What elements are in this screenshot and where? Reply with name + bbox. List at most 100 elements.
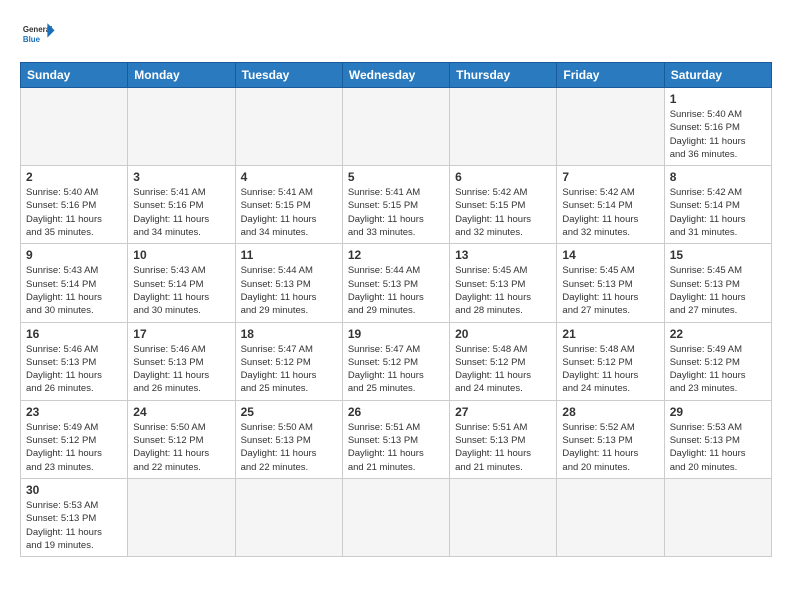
calendar-row-1: 2 Sunrise: 5:40 AM Sunset: 5:16 PM Daylig…	[21, 166, 772, 244]
day-info: Sunrise: 5:43 AM Sunset: 5:14 PM Dayligh…	[26, 264, 122, 317]
empty-cell	[342, 478, 449, 556]
day-number: 23	[26, 405, 122, 419]
day-number: 13	[455, 248, 551, 262]
day-number: 26	[348, 405, 444, 419]
calendar-row-5: 30Sunrise: 5:53 AM Sunset: 5:13 PM Dayli…	[21, 478, 772, 556]
day-info: Sunrise: 5:42 AM Sunset: 5:14 PM Dayligh…	[562, 186, 658, 239]
day-cell-14: 14Sunrise: 5:45 AM Sunset: 5:13 PM Dayli…	[557, 244, 664, 322]
day-info: Sunrise: 5:53 AM Sunset: 5:13 PM Dayligh…	[670, 421, 766, 474]
day-number: 1	[670, 92, 766, 106]
day-cell-7: 7 Sunrise: 5:42 AM Sunset: 5:14 PM Daylig…	[557, 166, 664, 244]
calendar-row-2: 9 Sunrise: 5:43 AM Sunset: 5:14 PM Daylig…	[21, 244, 772, 322]
empty-cell	[235, 478, 342, 556]
weekday-monday: Monday	[128, 63, 235, 88]
day-info: Sunrise: 5:53 AM Sunset: 5:13 PM Dayligh…	[26, 499, 122, 552]
day-info: Sunrise: 5:40 AM Sunset: 5:16 PM Dayligh…	[26, 186, 122, 239]
day-info: Sunrise: 5:50 AM Sunset: 5:13 PM Dayligh…	[241, 421, 337, 474]
day-number: 10	[133, 248, 229, 262]
day-info: Sunrise: 5:41 AM Sunset: 5:15 PM Dayligh…	[241, 186, 337, 239]
day-cell-3: 3 Sunrise: 5:41 AM Sunset: 5:16 PM Daylig…	[128, 166, 235, 244]
day-number: 6	[455, 170, 551, 184]
day-info: Sunrise: 5:40 AM Sunset: 5:16 PM Dayligh…	[670, 108, 766, 161]
day-info: Sunrise: 5:48 AM Sunset: 5:12 PM Dayligh…	[455, 343, 551, 396]
empty-cell	[450, 88, 557, 166]
day-cell-17: 17 Sunrise: 5:46 AM Sunset: 5:13 PM Dayli…	[128, 322, 235, 400]
day-cell-27: 27 Sunrise: 5:51 AM Sunset: 5:13 PM Dayli…	[450, 400, 557, 478]
day-number: 27	[455, 405, 551, 419]
empty-cell	[128, 88, 235, 166]
day-info: Sunrise: 5:51 AM Sunset: 5:13 PM Dayligh…	[348, 421, 444, 474]
day-cell-26: 26 Sunrise: 5:51 AM Sunset: 5:13 PM Dayli…	[342, 400, 449, 478]
day-number: 16	[26, 327, 122, 341]
weekday-saturday: Saturday	[664, 63, 771, 88]
day-info: Sunrise: 5:45 AM Sunset: 5:13 PM Dayligh…	[562, 264, 658, 317]
day-info: Sunrise: 5:45 AM Sunset: 5:13 PM Dayligh…	[455, 264, 551, 317]
day-number: 7	[562, 170, 658, 184]
day-number: 2	[26, 170, 122, 184]
day-number: 3	[133, 170, 229, 184]
calendar-row-4: 23Sunrise: 5:49 AM Sunset: 5:12 PM Dayli…	[21, 400, 772, 478]
day-cell-8: 8 Sunrise: 5:42 AM Sunset: 5:14 PM Daylig…	[664, 166, 771, 244]
day-info: Sunrise: 5:49 AM Sunset: 5:12 PM Dayligh…	[670, 343, 766, 396]
svg-text:Blue: Blue	[23, 35, 41, 44]
day-cell-30: 30Sunrise: 5:53 AM Sunset: 5:13 PM Dayli…	[21, 478, 128, 556]
day-number: 12	[348, 248, 444, 262]
weekday-wednesday: Wednesday	[342, 63, 449, 88]
day-cell-5: 5Sunrise: 5:41 AM Sunset: 5:15 PM Daylig…	[342, 166, 449, 244]
weekday-friday: Friday	[557, 63, 664, 88]
day-cell-4: 4 Sunrise: 5:41 AM Sunset: 5:15 PM Daylig…	[235, 166, 342, 244]
day-info: Sunrise: 5:45 AM Sunset: 5:13 PM Dayligh…	[670, 264, 766, 317]
weekday-tuesday: Tuesday	[235, 63, 342, 88]
calendar-table: SundayMondayTuesdayWednesdayThursdayFrid…	[20, 62, 772, 557]
day-info: Sunrise: 5:46 AM Sunset: 5:13 PM Dayligh…	[133, 343, 229, 396]
empty-cell	[664, 478, 771, 556]
day-cell-13: 13 Sunrise: 5:45 AM Sunset: 5:13 PM Dayli…	[450, 244, 557, 322]
day-number: 22	[670, 327, 766, 341]
empty-cell	[557, 88, 664, 166]
day-cell-23: 23Sunrise: 5:49 AM Sunset: 5:12 PM Dayli…	[21, 400, 128, 478]
day-info: Sunrise: 5:41 AM Sunset: 5:16 PM Dayligh…	[133, 186, 229, 239]
empty-cell	[342, 88, 449, 166]
weekday-thursday: Thursday	[450, 63, 557, 88]
day-cell-15: 15 Sunrise: 5:45 AM Sunset: 5:13 PM Dayli…	[664, 244, 771, 322]
calendar-row-3: 16 Sunrise: 5:46 AM Sunset: 5:13 PM Dayli…	[21, 322, 772, 400]
day-number: 28	[562, 405, 658, 419]
logo: General Blue	[20, 16, 60, 52]
day-cell-22: 22 Sunrise: 5:49 AM Sunset: 5:12 PM Dayli…	[664, 322, 771, 400]
day-info: Sunrise: 5:51 AM Sunset: 5:13 PM Dayligh…	[455, 421, 551, 474]
empty-cell	[128, 478, 235, 556]
day-number: 18	[241, 327, 337, 341]
day-number: 9	[26, 248, 122, 262]
day-cell-6: 6 Sunrise: 5:42 AM Sunset: 5:15 PM Daylig…	[450, 166, 557, 244]
calendar-row-0: 1 Sunrise: 5:40 AM Sunset: 5:16 PM Daylig…	[21, 88, 772, 166]
day-number: 11	[241, 248, 337, 262]
day-cell-9: 9 Sunrise: 5:43 AM Sunset: 5:14 PM Daylig…	[21, 244, 128, 322]
empty-cell	[21, 88, 128, 166]
day-info: Sunrise: 5:44 AM Sunset: 5:13 PM Dayligh…	[241, 264, 337, 317]
day-info: Sunrise: 5:44 AM Sunset: 5:13 PM Dayligh…	[348, 264, 444, 317]
day-cell-11: 11 Sunrise: 5:44 AM Sunset: 5:13 PM Dayli…	[235, 244, 342, 322]
day-cell-10: 10Sunrise: 5:43 AM Sunset: 5:14 PM Dayli…	[128, 244, 235, 322]
day-info: Sunrise: 5:42 AM Sunset: 5:15 PM Dayligh…	[455, 186, 551, 239]
day-cell-19: 19Sunrise: 5:47 AM Sunset: 5:12 PM Dayli…	[342, 322, 449, 400]
day-info: Sunrise: 5:42 AM Sunset: 5:14 PM Dayligh…	[670, 186, 766, 239]
day-number: 15	[670, 248, 766, 262]
day-number: 21	[562, 327, 658, 341]
day-cell-1: 1 Sunrise: 5:40 AM Sunset: 5:16 PM Daylig…	[664, 88, 771, 166]
day-info: Sunrise: 5:48 AM Sunset: 5:12 PM Dayligh…	[562, 343, 658, 396]
empty-cell	[450, 478, 557, 556]
day-number: 29	[670, 405, 766, 419]
day-info: Sunrise: 5:52 AM Sunset: 5:13 PM Dayligh…	[562, 421, 658, 474]
day-cell-25: 25 Sunrise: 5:50 AM Sunset: 5:13 PM Dayli…	[235, 400, 342, 478]
day-number: 4	[241, 170, 337, 184]
day-number: 20	[455, 327, 551, 341]
day-info: Sunrise: 5:50 AM Sunset: 5:12 PM Dayligh…	[133, 421, 229, 474]
day-number: 25	[241, 405, 337, 419]
header: General Blue	[20, 16, 772, 52]
day-number: 17	[133, 327, 229, 341]
day-info: Sunrise: 5:41 AM Sunset: 5:15 PM Dayligh…	[348, 186, 444, 239]
day-number: 24	[133, 405, 229, 419]
day-info: Sunrise: 5:46 AM Sunset: 5:13 PM Dayligh…	[26, 343, 122, 396]
day-number: 8	[670, 170, 766, 184]
day-info: Sunrise: 5:47 AM Sunset: 5:12 PM Dayligh…	[241, 343, 337, 396]
